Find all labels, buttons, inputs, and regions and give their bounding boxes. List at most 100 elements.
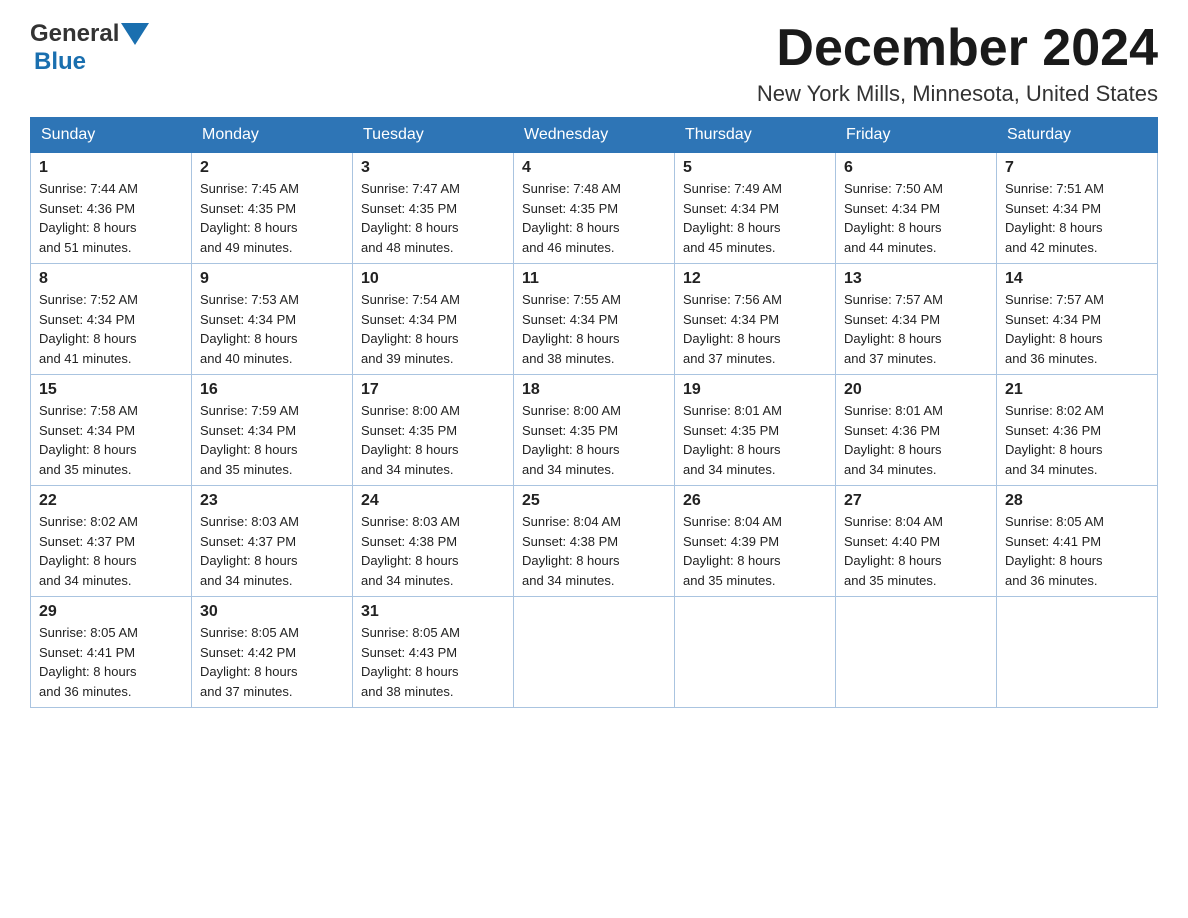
day-info: Sunrise: 7:56 AMSunset: 4:34 PMDaylight:… <box>683 292 782 366</box>
day-info: Sunrise: 7:47 AMSunset: 4:35 PMDaylight:… <box>361 181 460 255</box>
title-area: December 2024 New York Mills, Minnesota,… <box>757 20 1158 107</box>
calendar-cell: 22 Sunrise: 8:02 AMSunset: 4:37 PMDayligh… <box>31 486 192 597</box>
calendar-cell <box>836 597 997 708</box>
day-number: 22 <box>39 492 183 510</box>
calendar-header-saturday: Saturday <box>997 118 1158 153</box>
day-number: 15 <box>39 381 183 399</box>
day-number: 6 <box>844 159 988 177</box>
day-number: 11 <box>522 270 666 288</box>
day-number: 14 <box>1005 270 1149 288</box>
calendar-week-4: 22 Sunrise: 8:02 AMSunset: 4:37 PMDayligh… <box>31 486 1158 597</box>
calendar-cell: 1Sunrise: 7:44 AMSunset: 4:36 PMDaylight… <box>31 153 192 264</box>
day-info: Sunrise: 7:57 AMSunset: 4:34 PMDaylight:… <box>844 292 943 366</box>
day-info: Sunrise: 8:02 AMSunset: 4:37 PMDaylight:… <box>39 514 138 588</box>
day-info: Sunrise: 8:03 AMSunset: 4:38 PMDaylight:… <box>361 514 460 588</box>
day-info: Sunrise: 8:02 AMSunset: 4:36 PMDaylight:… <box>1005 403 1104 477</box>
day-info: Sunrise: 8:00 AMSunset: 4:35 PMDaylight:… <box>522 403 621 477</box>
calendar-cell: 31 Sunrise: 8:05 AMSunset: 4:43 PMDayligh… <box>353 597 514 708</box>
day-number: 19 <box>683 381 827 399</box>
day-number: 7 <box>1005 159 1149 177</box>
calendar-cell: 23 Sunrise: 8:03 AMSunset: 4:37 PMDayligh… <box>192 486 353 597</box>
calendar-header-row: SundayMondayTuesdayWednesdayThursdayFrid… <box>31 118 1158 153</box>
day-number: 16 <box>200 381 344 399</box>
day-info: Sunrise: 8:03 AMSunset: 4:37 PMDaylight:… <box>200 514 299 588</box>
calendar-cell: 25Sunrise: 8:04 AMSunset: 4:38 PMDayligh… <box>514 486 675 597</box>
day-number: 4 <box>522 159 666 177</box>
calendar-cell: 7 Sunrise: 7:51 AMSunset: 4:34 PMDaylight… <box>997 153 1158 264</box>
calendar-cell <box>997 597 1158 708</box>
day-number: 10 <box>361 270 505 288</box>
day-info: Sunrise: 8:04 AMSunset: 4:39 PMDaylight:… <box>683 514 782 588</box>
logo-blue-text: Blue <box>34 48 86 76</box>
calendar-cell: 27 Sunrise: 8:04 AMSunset: 4:40 PMDayligh… <box>836 486 997 597</box>
day-info: Sunrise: 8:05 AMSunset: 4:43 PMDaylight:… <box>361 625 460 699</box>
calendar-cell: 6Sunrise: 7:50 AMSunset: 4:34 PMDaylight… <box>836 153 997 264</box>
day-info: Sunrise: 7:55 AMSunset: 4:34 PMDaylight:… <box>522 292 621 366</box>
day-number: 8 <box>39 270 183 288</box>
location-title: New York Mills, Minnesota, United States <box>757 81 1158 107</box>
calendar-cell: 9 Sunrise: 7:53 AMSunset: 4:34 PMDaylight… <box>192 264 353 375</box>
calendar-table: SundayMondayTuesdayWednesdayThursdayFrid… <box>30 117 1158 708</box>
day-number: 30 <box>200 603 344 621</box>
month-title: December 2024 <box>757 20 1158 77</box>
calendar-cell <box>675 597 836 708</box>
calendar-cell: 10Sunrise: 7:54 AMSunset: 4:34 PMDayligh… <box>353 264 514 375</box>
page-header: General Blue December 2024 New York Mill… <box>30 20 1158 107</box>
day-number: 29 <box>39 603 183 621</box>
day-number: 24 <box>361 492 505 510</box>
calendar-cell: 8Sunrise: 7:52 AMSunset: 4:34 PMDaylight… <box>31 264 192 375</box>
day-number: 28 <box>1005 492 1149 510</box>
day-info: Sunrise: 8:01 AMSunset: 4:36 PMDaylight:… <box>844 403 943 477</box>
calendar-header-thursday: Thursday <box>675 118 836 153</box>
calendar-header-friday: Friday <box>836 118 997 153</box>
calendar-week-2: 8Sunrise: 7:52 AMSunset: 4:34 PMDaylight… <box>31 264 1158 375</box>
calendar-cell: 14Sunrise: 7:57 AMSunset: 4:34 PMDayligh… <box>997 264 1158 375</box>
calendar-header-wednesday: Wednesday <box>514 118 675 153</box>
logo-general-text: General <box>30 20 119 48</box>
day-number: 17 <box>361 381 505 399</box>
day-number: 27 <box>844 492 988 510</box>
day-number: 3 <box>361 159 505 177</box>
day-info: Sunrise: 8:00 AMSunset: 4:35 PMDaylight:… <box>361 403 460 477</box>
day-info: Sunrise: 7:49 AMSunset: 4:34 PMDaylight:… <box>683 181 782 255</box>
calendar-cell: 26 Sunrise: 8:04 AMSunset: 4:39 PMDayligh… <box>675 486 836 597</box>
day-number: 31 <box>361 603 505 621</box>
calendar-cell: 11 Sunrise: 7:55 AMSunset: 4:34 PMDayligh… <box>514 264 675 375</box>
calendar-cell: 29 Sunrise: 8:05 AMSunset: 4:41 PMDayligh… <box>31 597 192 708</box>
calendar-cell: 20Sunrise: 8:01 AMSunset: 4:36 PMDayligh… <box>836 375 997 486</box>
calendar-cell: 5Sunrise: 7:49 AMSunset: 4:34 PMDaylight… <box>675 153 836 264</box>
calendar-cell: 12Sunrise: 7:56 AMSunset: 4:34 PMDayligh… <box>675 264 836 375</box>
day-number: 18 <box>522 381 666 399</box>
day-info: Sunrise: 7:45 AMSunset: 4:35 PMDaylight:… <box>200 181 299 255</box>
calendar-cell: 3 Sunrise: 7:47 AMSunset: 4:35 PMDaylight… <box>353 153 514 264</box>
day-info: Sunrise: 8:04 AMSunset: 4:38 PMDaylight:… <box>522 514 621 588</box>
day-number: 26 <box>683 492 827 510</box>
day-info: Sunrise: 7:53 AMSunset: 4:34 PMDaylight:… <box>200 292 299 366</box>
logo-triangle-icon <box>121 23 149 45</box>
day-info: Sunrise: 7:48 AMSunset: 4:35 PMDaylight:… <box>522 181 621 255</box>
day-info: Sunrise: 7:51 AMSunset: 4:34 PMDaylight:… <box>1005 181 1104 255</box>
day-info: Sunrise: 8:04 AMSunset: 4:40 PMDaylight:… <box>844 514 943 588</box>
day-number: 1 <box>39 159 183 177</box>
calendar-cell: 16Sunrise: 7:59 AMSunset: 4:34 PMDayligh… <box>192 375 353 486</box>
day-number: 21 <box>1005 381 1149 399</box>
calendar-cell: 21 Sunrise: 8:02 AMSunset: 4:36 PMDayligh… <box>997 375 1158 486</box>
calendar-week-5: 29 Sunrise: 8:05 AMSunset: 4:41 PMDayligh… <box>31 597 1158 708</box>
calendar-header-tuesday: Tuesday <box>353 118 514 153</box>
calendar-header-sunday: Sunday <box>31 118 192 153</box>
day-info: Sunrise: 8:05 AMSunset: 4:41 PMDaylight:… <box>1005 514 1104 588</box>
calendar-week-1: 1Sunrise: 7:44 AMSunset: 4:36 PMDaylight… <box>31 153 1158 264</box>
day-info: Sunrise: 8:05 AMSunset: 4:42 PMDaylight:… <box>200 625 299 699</box>
calendar-cell: 2 Sunrise: 7:45 AMSunset: 4:35 PMDaylight… <box>192 153 353 264</box>
day-number: 2 <box>200 159 344 177</box>
day-info: Sunrise: 8:01 AMSunset: 4:35 PMDaylight:… <box>683 403 782 477</box>
day-number: 23 <box>200 492 344 510</box>
logo: General Blue <box>30 20 149 76</box>
calendar-cell: 28 Sunrise: 8:05 AMSunset: 4:41 PMDayligh… <box>997 486 1158 597</box>
calendar-cell: 24 Sunrise: 8:03 AMSunset: 4:38 PMDayligh… <box>353 486 514 597</box>
calendar-body: 1Sunrise: 7:44 AMSunset: 4:36 PMDaylight… <box>31 153 1158 708</box>
day-info: Sunrise: 8:05 AMSunset: 4:41 PMDaylight:… <box>39 625 138 699</box>
calendar-cell: 19 Sunrise: 8:01 AMSunset: 4:35 PMDayligh… <box>675 375 836 486</box>
calendar-header-monday: Monday <box>192 118 353 153</box>
day-number: 9 <box>200 270 344 288</box>
